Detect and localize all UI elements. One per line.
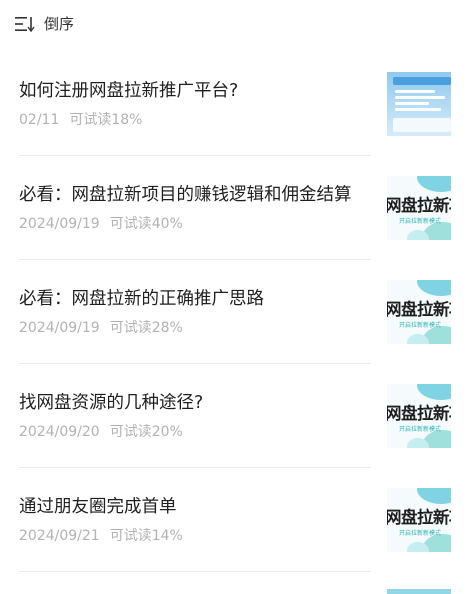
article-thumbnail-partial[interactable] bbox=[387, 589, 451, 594]
sort-icon[interactable] bbox=[15, 16, 35, 32]
article-meta: 2024/09/19 可试读28% bbox=[19, 318, 183, 338]
article-date: 2024/09/19 bbox=[19, 216, 100, 232]
sort-order-toggle[interactable]: 倒序 bbox=[44, 14, 74, 34]
article-thumbnail[interactable]: 网盘拉新项目 开启拉新新模式 bbox=[387, 176, 451, 240]
list-item[interactable]: 必看：网盘拉新项目的赚钱逻辑和佣金结算 2024/09/19 可试读40% 网盘拉… bbox=[0, 156, 471, 260]
article-date: 2024/09/20 bbox=[19, 424, 100, 440]
article-read-rate: 可试读40% bbox=[109, 216, 183, 232]
list-item[interactable]: 如何注册网盘拉新推广平台? 02/11 可试读18% bbox=[0, 52, 471, 156]
toolbar: 倒序 bbox=[0, 0, 471, 50]
article-title[interactable]: 通过朋友圈完成首单 bbox=[19, 495, 177, 519]
article-meta: 2024/09/21 可试读14% bbox=[19, 526, 183, 546]
thumbnail-subtitle: 开启拉新新模式 bbox=[399, 530, 442, 537]
article-thumbnail[interactable]: 网盘拉新项目 开启拉新新模式 bbox=[387, 384, 451, 448]
list-item[interactable]: 找网盘资源的几种途径? 2024/09/20 可试读20% 网盘拉新项目 开启拉新… bbox=[0, 364, 471, 468]
article-thumbnail[interactable] bbox=[387, 72, 451, 136]
article-meta: 2024/09/20 可试读20% bbox=[19, 422, 183, 442]
article-read-rate: 可试读14% bbox=[109, 528, 183, 544]
thumbnail-subtitle: 开启拉新新模式 bbox=[399, 426, 442, 433]
article-read-rate: 可试读20% bbox=[109, 424, 183, 440]
thumbnail-subtitle: 开启拉新新模式 bbox=[399, 218, 442, 225]
article-title[interactable]: 找网盘资源的几种途径? bbox=[19, 391, 203, 415]
divider bbox=[19, 571, 371, 572]
article-title[interactable]: 必看：网盘拉新项目的赚钱逻辑和佣金结算 bbox=[19, 183, 352, 207]
list-item[interactable]: 必看：网盘拉新的正确推广思路 2024/09/19 可试读28% 网盘拉新项目 开… bbox=[0, 260, 471, 364]
article-title[interactable]: 必看：网盘拉新的正确推广思路 bbox=[19, 287, 264, 311]
article-read-rate: 可试读18% bbox=[69, 112, 143, 128]
article-title[interactable]: 如何注册网盘拉新推广平台? bbox=[19, 79, 238, 103]
article-date: 02/11 bbox=[19, 112, 60, 128]
list-item[interactable]: 通过朋友圈完成首单 2024/09/21 可试读14% 网盘拉新项目 开启拉新新模… bbox=[0, 468, 471, 572]
thumbnail-subtitle: 开启拉新新模式 bbox=[399, 322, 442, 329]
article-date: 2024/09/19 bbox=[19, 320, 100, 336]
article-list: 如何注册网盘拉新推广平台? 02/11 可试读18% 必看：网盘拉新项目的赚钱逻辑… bbox=[0, 52, 471, 572]
article-thumbnail[interactable]: 网盘拉新项目 开启拉新新模式 bbox=[387, 280, 451, 344]
article-read-rate: 可试读28% bbox=[109, 320, 183, 336]
article-date: 2024/09/21 bbox=[19, 528, 100, 544]
thumbnail-title: 网盘拉新项目 bbox=[387, 508, 451, 527]
thumbnail-title: 网盘拉新项目 bbox=[387, 196, 451, 215]
thumbnail-title: 网盘拉新项目 bbox=[387, 300, 451, 319]
article-meta: 2024/09/19 可试读40% bbox=[19, 214, 183, 234]
thumbnail-title: 网盘拉新项目 bbox=[387, 404, 451, 423]
article-meta: 02/11 可试读18% bbox=[19, 110, 142, 130]
article-thumbnail[interactable]: 网盘拉新项目 开启拉新新模式 bbox=[387, 488, 451, 552]
